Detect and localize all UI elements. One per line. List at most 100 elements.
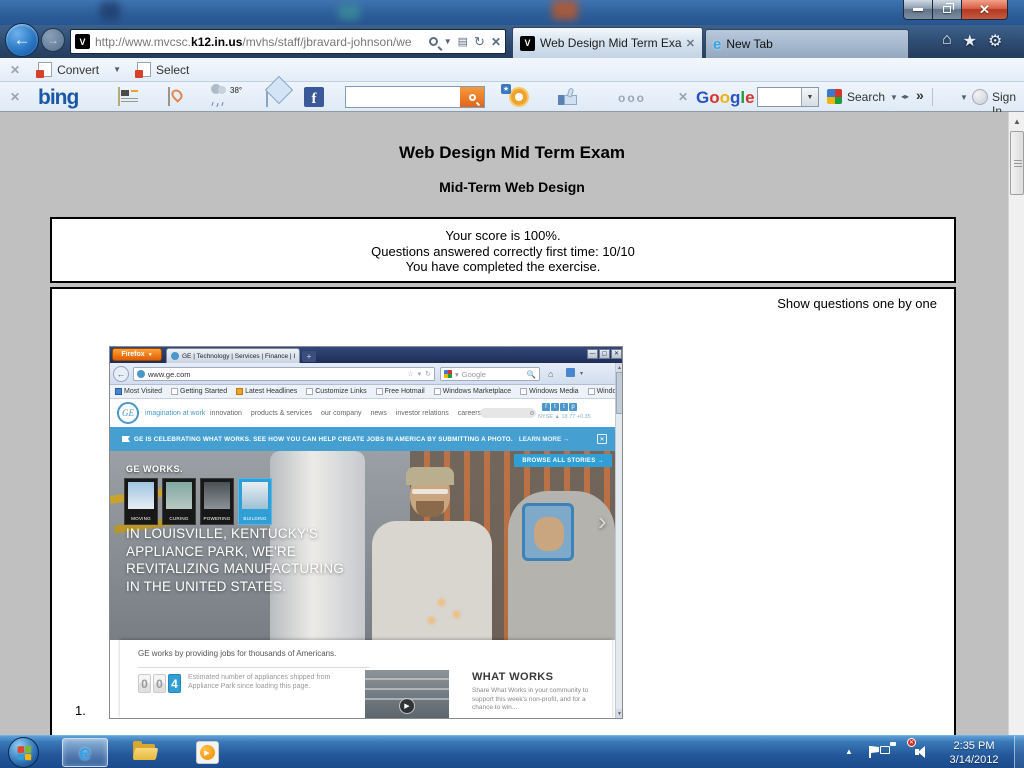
home-icon[interactable]: ⌂: [942, 31, 952, 51]
firefox-nav-bar: ← www.ge.com ☆▾↻ ▾ Google 🔍 ⌂ ▾: [110, 363, 622, 385]
tab-close-icon[interactable]: ✕: [686, 37, 695, 50]
back-button[interactable]: ←: [5, 23, 39, 57]
story-thumb-building: BUILDING: [238, 478, 272, 525]
show-desktop-button[interactable]: [1014, 736, 1024, 768]
tab-label: Web Design Mid Term Exam: [540, 36, 682, 50]
ge-works-label: GE WORKS.: [126, 464, 183, 474]
firefox-tab: GE | Technology | Services | Finance | I…: [166, 348, 300, 363]
news-icon[interactable]: [118, 87, 120, 106]
score-line: Your score is 100%.: [52, 228, 954, 244]
mail-icon[interactable]: [266, 88, 268, 107]
taskbar-explorer-button[interactable]: [122, 738, 168, 767]
ge-logo: GE: [117, 402, 139, 424]
search-icon[interactable]: [429, 37, 438, 46]
convert-button[interactable]: Convert: [57, 63, 99, 77]
wrench-dropdown-icon[interactable]: ▼: [960, 93, 968, 102]
bing-search-button[interactable]: [460, 87, 484, 107]
clock-date: 3/14/2012: [938, 753, 1010, 767]
taskbar: e ▶ ▲ ✕ 2:35 PM 3/14/2012: [0, 735, 1024, 768]
refresh-icon[interactable]: ↻: [474, 34, 485, 50]
maps-icon[interactable]: [168, 87, 170, 106]
ie-icon: e: [79, 740, 91, 766]
scrollbar-thumb[interactable]: [1010, 131, 1024, 195]
ge-announcement-banner: GE IS CELEBRATING WHAT WORKS. SEE HOW YO…: [110, 427, 615, 451]
taskbar-clock[interactable]: 2:35 PM 3/14/2012: [938, 739, 1010, 767]
show-questions-link[interactable]: Show questions one by one: [777, 296, 937, 311]
facebook-icon[interactable]: f: [304, 87, 324, 107]
firefox-window-buttons: —▢✕: [587, 349, 622, 359]
google-logo[interactable]: Google: [696, 89, 755, 106]
firefox-new-tab-icon: +: [302, 351, 316, 362]
start-button[interactable]: [8, 737, 39, 768]
compatibility-view-icon[interactable]: ▤: [458, 35, 468, 48]
toolbar-close-icon[interactable]: ✕: [10, 63, 20, 77]
google-search-input[interactable]: ▼: [757, 87, 819, 107]
scroll-up-icon[interactable]: ▲: [1010, 113, 1024, 129]
address-bar[interactable]: V http://www.mvcsc.k12.in.us/mvhs/staff/…: [70, 29, 506, 54]
ge-site-nav: innovationproducts & servicesour company…: [210, 399, 481, 427]
ge-favicon: [171, 352, 179, 360]
convert-icon: [38, 62, 52, 77]
tab-new-tab[interactable]: e New Tab: [705, 29, 909, 58]
stop-icon[interactable]: ✕: [491, 35, 501, 49]
minimize-button[interactable]: [903, 0, 933, 20]
bing-toolbar-close-icon[interactable]: ✕: [10, 90, 20, 104]
ge-stock-ticker: NYSE ▲ 18.77 +0.35: [538, 414, 591, 420]
ge-hero-photo: GE WORKS. MOVING CURING POWERING BUILDIN…: [110, 451, 615, 640]
restore-button[interactable]: [933, 0, 962, 20]
tools-gear-icon[interactable]: ⚙: [988, 31, 1002, 51]
browse-all-stories-button: BROWSE ALL STORIES →: [514, 454, 612, 467]
url-text: http://www.mvcsc.k12.in.us/mvhs/staff/jb…: [95, 35, 429, 49]
taskbar-wmp-button[interactable]: ▶: [184, 738, 230, 767]
taskbar-ie-button[interactable]: e: [62, 738, 108, 767]
toolbar-resize-handle[interactable]: ◂▸: [901, 92, 909, 101]
play-icon: ▶: [399, 698, 415, 714]
clock-time: 2:35 PM: [938, 739, 1010, 753]
favorites-star-icon[interactable]: ★: [963, 31, 977, 51]
more-buttons-chevron[interactable]: »: [916, 87, 924, 103]
bing-logo[interactable]: bing: [38, 87, 78, 108]
firefox-menu-button: Firefox▼: [112, 348, 162, 361]
question-number: 1.: [75, 703, 86, 718]
story-thumb-powering: POWERING: [200, 478, 234, 525]
forward-button[interactable]: →: [41, 28, 65, 52]
more-apps-icon[interactable]: ooo: [618, 91, 646, 105]
firefox-titlebar: Firefox▼ GE | Technology | Services | Fi…: [110, 347, 622, 363]
page-content: Web Design Mid Term Exam Mid-Term Web De…: [0, 112, 1024, 735]
weather-temp: 38°: [230, 86, 242, 95]
ie-icon: e: [713, 36, 721, 53]
google-search-icon: [827, 89, 842, 104]
select-button[interactable]: Select: [156, 63, 189, 77]
command-bar: ✕ Convert ▼ Select: [0, 58, 1024, 82]
folder-icon: [133, 744, 157, 761]
ge-tagline: imagination at work: [145, 410, 205, 417]
close-button[interactable]: ✕: [962, 0, 1008, 20]
google-search-button[interactable]: Search: [847, 90, 885, 104]
firefox-dropdown-icon: ▾: [580, 370, 583, 377]
carousel-next-icon: ›: [598, 506, 607, 537]
ge-site-header: GE imagination at work innovationproduct…: [110, 399, 615, 427]
tab-web-design-exam[interactable]: V Web Design Mid Term Exam ✕: [512, 27, 703, 58]
tray-hidden-icons-arrow[interactable]: ▲: [845, 747, 853, 756]
appliance-counter: 0 0 4: [138, 674, 181, 693]
page-scrollbar[interactable]: ▲: [1008, 112, 1024, 735]
bing-toolbar: ✕ bing 38° f ★ ooo ✕ Google ▼ Search ▼ ◂…: [0, 82, 1024, 112]
firefox-scrollbar: ▲ ▼: [615, 363, 622, 718]
windows-logo-icon: [17, 745, 31, 760]
story-thumbnails: MOVING CURING POWERING BUILDING: [124, 478, 272, 525]
ge-jobs-line: GE works by providing jobs for thousands…: [138, 649, 336, 658]
google-toolbar-close-icon[interactable]: ✕: [678, 90, 688, 104]
learn-more-link: LEARN MORE →: [519, 436, 569, 443]
search-options-dropdown-icon[interactable]: ▼: [890, 93, 898, 102]
toolbar-divider: [932, 88, 933, 106]
site-favicon: V: [75, 34, 90, 49]
convert-dropdown-icon[interactable]: ▼: [113, 65, 121, 74]
google-search-dropdown-icon[interactable]: ▼: [801, 88, 818, 106]
bing-search-input[interactable]: [345, 86, 485, 108]
firefox-bookmark-icon: [566, 368, 575, 377]
address-dropdown-icon[interactable]: ▼: [444, 37, 452, 46]
ge-social-icons: fttp: [542, 403, 577, 411]
ge-screenshot-image: Firefox▼ GE | Technology | Services | Fi…: [110, 347, 622, 718]
page-title: Web Design Mid Term Exam: [0, 143, 1024, 163]
what-works-title: WHAT WORKS: [472, 671, 553, 683]
